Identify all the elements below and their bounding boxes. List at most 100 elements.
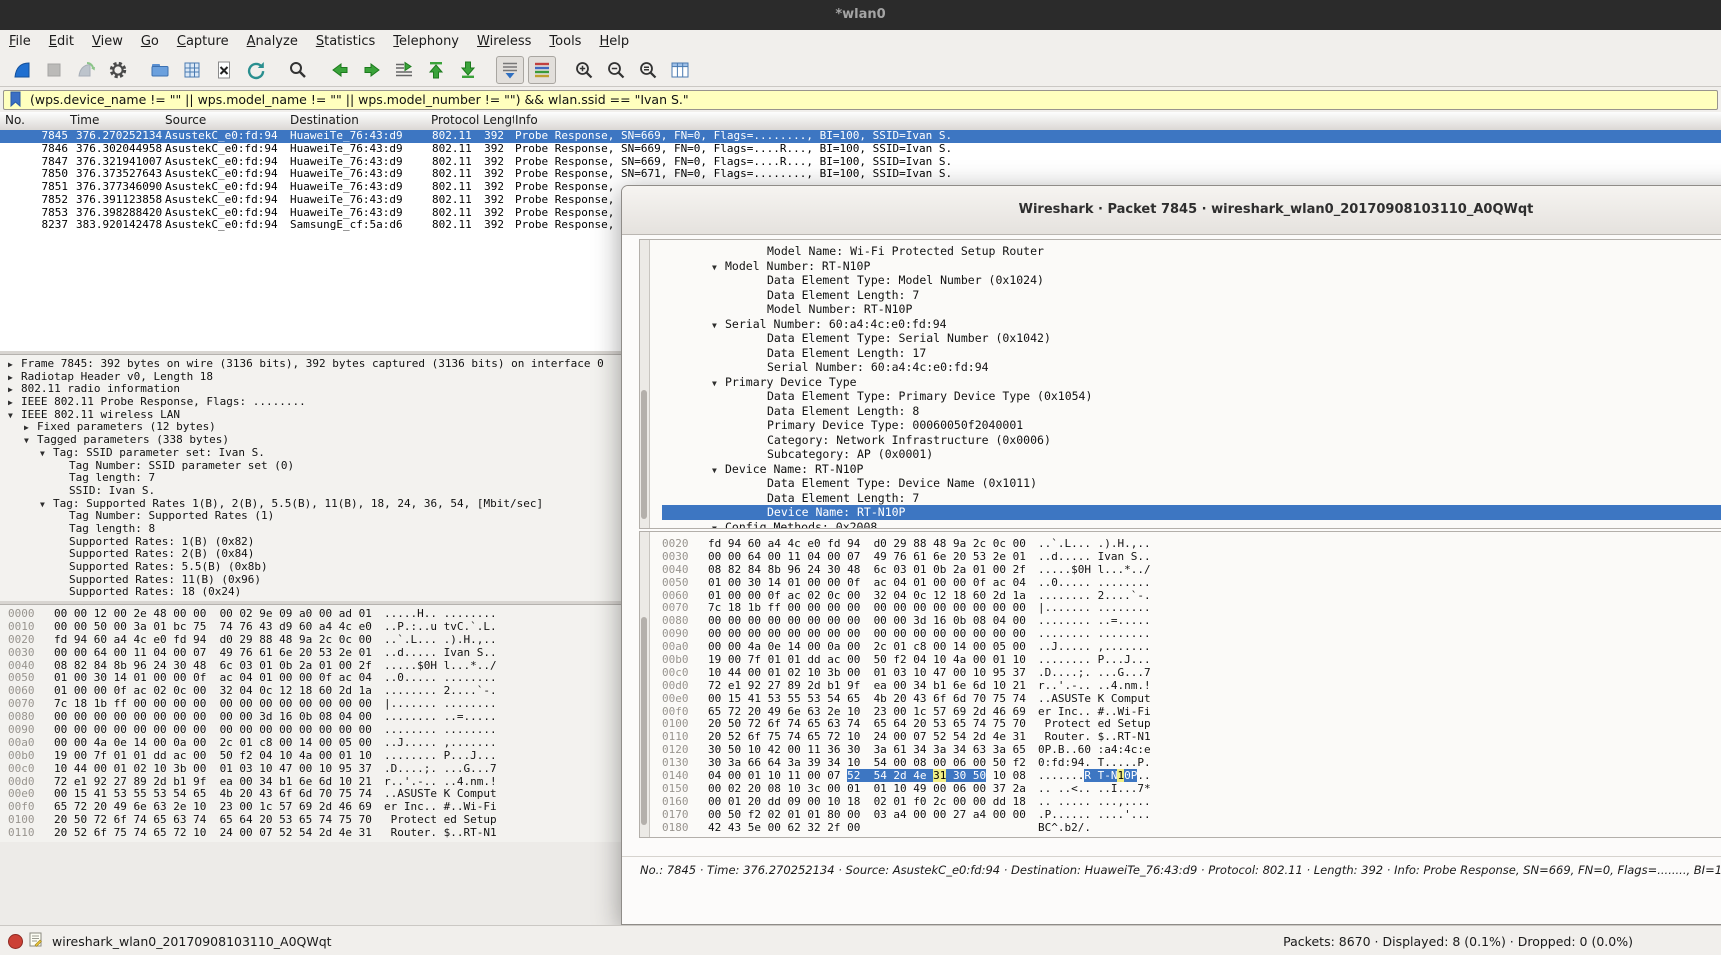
tree-row[interactable]: Subcategory: AP (0x0001) [662, 447, 1721, 462]
hex-row-00c0[interactable]: 00c010 44 00 01 02 10 3b 00 01 03 10 47 … [662, 667, 1721, 680]
tree-row[interactable]: ▼Serial Number: 60:a4:4c:e0:fd:94 [662, 317, 1721, 332]
column-header-destination[interactable]: Destination [290, 113, 359, 127]
column-header-source[interactable]: Source [165, 113, 206, 127]
previous-packet-icon[interactable] [326, 56, 354, 84]
stop-capture-icon[interactable] [40, 56, 68, 84]
tree-row[interactable]: Data Element Length: 17 [662, 346, 1721, 361]
menu-telephony[interactable]: Telephony [384, 34, 468, 49]
expand-icon[interactable]: ▶ [8, 397, 21, 410]
find-packet-icon[interactable] [284, 56, 312, 84]
tree-row[interactable]: Data Element Type: Primary Device Type (… [662, 389, 1721, 404]
collapse-icon[interactable]: ▼ [712, 319, 725, 334]
tree-row[interactable]: Model Name: Wi-Fi Protected Setup Router [662, 244, 1721, 259]
collapse-icon[interactable]: ▼ [712, 522, 725, 530]
packet-row-7845[interactable]: 7845376.270252134AsustekC_e0:fd:94Huawei… [0, 130, 1721, 143]
hex-row-0140[interactable]: 014004 00 01 10 11 00 07 52 54 2d 4e 31 … [662, 770, 1721, 783]
column-header-no[interactable]: No. [5, 113, 25, 127]
goto-packet-icon[interactable] [390, 56, 418, 84]
tree-row[interactable]: Data Element Type: Serial Number (0x1042… [662, 331, 1721, 346]
tree-row[interactable]: Category: Network Infrastructure (0x0006… [662, 433, 1721, 448]
menu-view[interactable]: View [83, 34, 132, 49]
restart-capture-icon[interactable] [72, 56, 100, 84]
tree-row[interactable]: Data Element Length: 7 [662, 288, 1721, 303]
next-packet-icon[interactable] [358, 56, 386, 84]
hex-row-0050[interactable]: 005001 00 30 14 01 00 00 0f ac 04 01 00 … [662, 577, 1721, 590]
packet-statistics: Packets: 8670 · Displayed: 8 (0.1%) · Dr… [1283, 934, 1633, 949]
hex-row-00b0[interactable]: 00b019 00 7f 01 01 dd ac 00 50 f2 04 10 … [662, 654, 1721, 667]
tree-row[interactable]: Primary Device Type: 00060050f2040001 [662, 418, 1721, 433]
expand-icon[interactable]: ▶ [8, 359, 21, 372]
tree-row[interactable]: Serial Number: 60:a4:4c:e0:fd:94 [662, 360, 1721, 375]
menu-help[interactable]: Help [590, 34, 638, 49]
hex-row-0160[interactable]: 016000 01 20 dd 09 00 10 18 02 01 f0 2c … [662, 796, 1721, 809]
packet-dialog-titlebar[interactable]: Wireshark · Packet 7845 · wireshark_wlan… [622, 186, 1721, 235]
tree-row[interactable]: ▼Device Name: RT-N10P [662, 462, 1721, 477]
first-packet-icon[interactable] [422, 56, 450, 84]
collapse-icon[interactable]: ▼ [40, 499, 53, 512]
start-capture-icon[interactable] [8, 56, 36, 84]
hex-row-0040[interactable]: 004008 82 84 8b 96 24 30 48 6c 03 01 0b … [662, 564, 1721, 577]
menu-go[interactable]: Go [132, 34, 168, 49]
collapse-icon[interactable]: ▼ [8, 410, 21, 423]
save-file-icon[interactable] [178, 56, 206, 84]
menu-bar: FileEditViewGoCaptureAnalyzeStatisticsTe… [0, 30, 1721, 53]
filter-bar [0, 87, 1721, 112]
menu-capture[interactable]: Capture [168, 34, 238, 49]
close-file-icon[interactable] [210, 56, 238, 84]
menu-edit[interactable]: Edit [40, 34, 83, 49]
last-packet-icon[interactable] [454, 56, 482, 84]
filter-bookmark-icon[interactable] [9, 91, 23, 111]
collapse-icon[interactable]: ▼ [24, 435, 37, 448]
menu-tools[interactable]: Tools [540, 34, 590, 49]
zoom-in-icon[interactable] [570, 56, 598, 84]
hex-row-0030[interactable]: 003000 00 64 00 11 04 00 07 49 76 61 6e … [662, 551, 1721, 564]
dialog-bytes-pane: 0020fd 94 60 a4 4c e0 fd 94 d0 29 88 48 … [639, 531, 1721, 838]
column-header-protocol[interactable]: Protocol [431, 113, 479, 127]
collapse-icon[interactable]: ▼ [712, 377, 725, 392]
menu-wireless[interactable]: Wireless [468, 34, 540, 49]
packet-dialog-title: Wireshark · Packet 7845 · wireshark_wlan… [1019, 202, 1534, 217]
dialog-detail-rows: Model Name: Wi-Fi Protected Setup Router… [662, 244, 1721, 529]
expert-info-icon[interactable] [8, 934, 23, 949]
packet-dialog: Wireshark · Packet 7845 · wireshark_wlan… [621, 185, 1721, 925]
dialog-detail-scrollbar[interactable] [640, 240, 650, 528]
tree-row[interactable]: Data Element Type: Model Number (0x1024) [662, 273, 1721, 288]
menu-statistics[interactable]: Statistics [307, 34, 384, 49]
capture-comment-icon[interactable] [29, 932, 42, 950]
collapse-icon[interactable]: ▼ [712, 261, 725, 276]
tree-row[interactable]: ▼Config Methods: 0x2008 [662, 520, 1721, 530]
tree-row[interactable]: Data Element Type: Device Name (0x1011) [662, 476, 1721, 491]
main-toolbar [0, 53, 1721, 87]
hex-row-00d0[interactable]: 00d072 e1 92 27 89 2d b1 9f ea 00 34 b1 … [662, 680, 1721, 693]
column-header-info[interactable]: Info [515, 113, 538, 127]
tree-row[interactable]: ▼Primary Device Type [662, 375, 1721, 390]
collapse-icon[interactable]: ▼ [40, 448, 53, 461]
hex-row-0170[interactable]: 017000 50 f2 02 01 01 80 00 03 a4 00 00 … [662, 809, 1721, 822]
zoom-reset-icon[interactable] [634, 56, 662, 84]
tree-row[interactable]: Data Element Length: 8 [662, 404, 1721, 419]
hex-row-0150[interactable]: 015000 02 20 08 10 3c 00 01 01 10 49 00 … [662, 783, 1721, 796]
hex-row-0020[interactable]: 0020fd 94 60 a4 4c e0 fd 94 d0 29 88 48 … [662, 538, 1721, 551]
hex-row-0180[interactable]: 018042 43 5e 00 62 32 2f 00BC^.b2/. [662, 822, 1721, 835]
column-header-time[interactable]: Time [70, 113, 99, 127]
capture-options-icon[interactable] [104, 56, 132, 84]
menu-analyze[interactable]: Analyze [238, 34, 307, 49]
dialog-bytes-scrollbar[interactable] [640, 532, 650, 837]
display-filter-input[interactable] [3, 90, 1718, 110]
auto-scroll-icon[interactable] [496, 56, 524, 84]
resize-columns-icon[interactable] [666, 56, 694, 84]
packet-row-7846[interactable]: 7846376.302044958AsustekC_e0:fd:94Huawei… [0, 143, 1721, 156]
tree-row[interactable]: Device Name: RT-N10P [662, 505, 1721, 520]
window-title: *wlan0 [835, 7, 885, 22]
tree-row[interactable]: ▼Model Number: RT-N10P [662, 259, 1721, 274]
hex-row-00e0[interactable]: 00e000 15 41 53 55 53 54 65 4b 20 43 6f … [662, 693, 1721, 706]
menu-file[interactable]: File [0, 34, 40, 49]
reload-file-icon[interactable] [242, 56, 270, 84]
zoom-out-icon[interactable] [602, 56, 630, 84]
column-header-length[interactable]: Length [483, 113, 514, 127]
tree-row[interactable]: Data Element Length: 7 [662, 491, 1721, 506]
tree-row[interactable]: Model Number: RT-N10P [662, 302, 1721, 317]
open-file-icon[interactable] [146, 56, 174, 84]
colorize-icon[interactable] [528, 56, 556, 84]
collapse-icon[interactable]: ▼ [712, 464, 725, 479]
